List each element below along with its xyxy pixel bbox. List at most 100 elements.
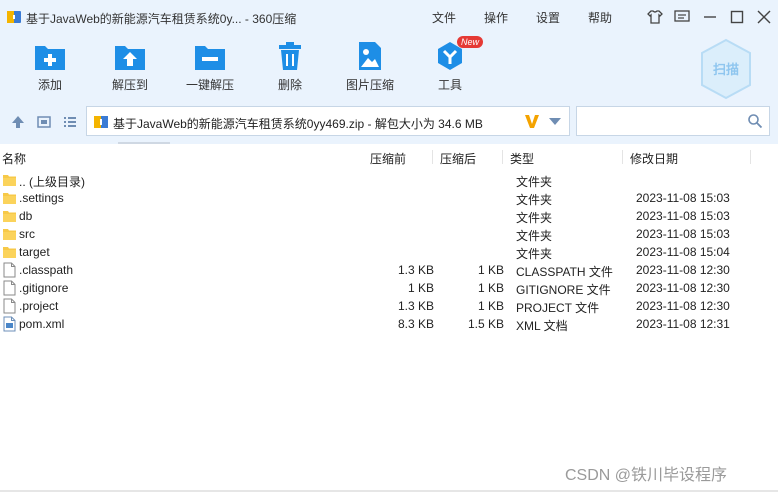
maximize-icon[interactable] xyxy=(728,8,746,26)
extract-to-button[interactable]: 解压到 xyxy=(95,40,165,93)
file-name: .project xyxy=(19,299,59,313)
file-name: src xyxy=(19,227,35,241)
file-row[interactable]: db 文件夹 2023-11-08 15:03 xyxy=(0,207,778,225)
file-row[interactable]: src 文件夹 2023-11-08 15:03 xyxy=(0,225,778,243)
watermark: CSDN @铁川毕设程序 xyxy=(565,467,728,484)
file-icon xyxy=(3,262,16,278)
tools-button[interactable]: New 工具 xyxy=(415,36,485,93)
folder-icon xyxy=(3,172,16,188)
file-row[interactable]: pom.xml 8.3 KB 1.5 KB XML 文档 2023-11-08 12:3… xyxy=(0,315,778,333)
file-name: target xyxy=(19,245,50,259)
column-size-after[interactable]: 压缩后 xyxy=(440,150,476,167)
delete-button[interactable]: 删除 xyxy=(255,40,325,93)
add-button[interactable]: 添加 xyxy=(15,40,85,93)
menu-file[interactable]: 文件 xyxy=(432,9,456,26)
column-date[interactable]: 修改日期 xyxy=(630,150,678,167)
thumbnail-view-icon[interactable] xyxy=(36,114,52,130)
column-separator[interactable] xyxy=(622,150,623,164)
divider xyxy=(118,142,170,144)
title-bar: 基于JavaWeb的新能源汽车租赁系统0y... - 360压缩 文件 操作 设… xyxy=(0,0,778,34)
delete-label: 删除 xyxy=(277,78,302,92)
file-name: .settings xyxy=(19,191,64,205)
file-type: PROJECT 文件 xyxy=(516,301,600,315)
one-click-extract-button[interactable]: 一键解压 xyxy=(175,40,245,93)
file-type: CLASSPATH 文件 xyxy=(516,265,613,279)
file-name: .gitignore xyxy=(19,281,69,295)
menu-settings[interactable]: 设置 xyxy=(536,9,560,26)
file-type: 文件夹 xyxy=(516,247,553,261)
zip-archive-icon xyxy=(94,116,108,128)
extract-to-icon xyxy=(115,46,145,70)
file-row[interactable]: target 文件夹 2023-11-08 15:04 xyxy=(0,243,778,261)
column-separator[interactable] xyxy=(750,150,751,164)
app-logo-icon xyxy=(7,11,21,23)
add-label: 添加 xyxy=(37,78,62,92)
file-type: 文件夹 xyxy=(516,193,553,207)
path-text: 基于JavaWeb的新能源汽车租赁系统0yy469.zip - 解包大小为 34… xyxy=(113,117,483,131)
file-size-before: 1.3 KB xyxy=(397,263,434,277)
file-type: GITIGNORE 文件 xyxy=(516,283,611,297)
file-size-after: 1 KB xyxy=(477,263,504,277)
add-archive-icon xyxy=(35,46,65,70)
column-separator[interactable] xyxy=(432,150,433,164)
folder-icon xyxy=(3,226,16,242)
feedback-icon[interactable] xyxy=(673,8,691,26)
file-type: 文件夹 xyxy=(516,211,553,225)
verified-v-icon[interactable] xyxy=(523,112,541,130)
scan-button[interactable]: 扫描 xyxy=(698,38,754,100)
file-date: 2023-11-08 15:03 xyxy=(636,227,730,241)
column-size-before[interactable]: 压缩前 xyxy=(370,150,406,167)
toolbar: 添加 解压到 一键解压 删除 图片压缩 New 工具 扫描 xyxy=(0,34,778,100)
scan-label: 扫描 xyxy=(713,62,739,77)
file-name: .. (上级目录) xyxy=(19,175,85,189)
xml-file-icon xyxy=(3,316,16,332)
search-input[interactable] xyxy=(576,106,770,136)
close-icon[interactable] xyxy=(755,8,773,26)
file-row[interactable]: .settings 文件夹 2023-11-08 15:03 xyxy=(0,189,778,207)
file-name: pom.xml xyxy=(19,317,65,331)
file-icon xyxy=(3,280,16,296)
file-date: 2023-11-08 15:03 xyxy=(636,209,730,223)
minimize-icon[interactable] xyxy=(701,8,719,26)
file-row[interactable]: .project 1.3 KB 1 KB PROJECT 文件 2023-11-08 1… xyxy=(0,297,778,315)
file-date: 2023-11-08 12:30 xyxy=(636,299,730,313)
file-date: 2023-11-08 12:30 xyxy=(636,263,730,277)
path-field[interactable]: 基于JavaWeb的新能源汽车租赁系统0yy469.zip - 解包大小为 34… xyxy=(86,106,570,136)
path-dropdown-icon[interactable] xyxy=(549,118,561,125)
image-compress-icon xyxy=(359,42,381,70)
file-date: 2023-11-08 12:30 xyxy=(636,281,730,295)
file-size-before: 1.3 KB xyxy=(397,299,434,313)
column-separator[interactable] xyxy=(502,150,503,164)
file-size-after: 1 KB xyxy=(477,281,504,295)
new-badge: New xyxy=(457,36,484,48)
menu-help[interactable]: 帮助 xyxy=(588,9,612,26)
shirt-icon[interactable] xyxy=(646,8,664,26)
column-type[interactable]: 类型 xyxy=(510,150,534,167)
file-row[interactable]: .classpath 1.3 KB 1 KB CLASSPATH 文件 2023-11-… xyxy=(0,261,778,279)
delete-icon xyxy=(279,42,301,70)
file-type: 文件夹 xyxy=(516,229,553,243)
file-size-before: 1 KB xyxy=(407,281,434,295)
image-compress-button[interactable]: 图片压缩 xyxy=(335,40,405,93)
file-name: db xyxy=(19,209,33,223)
folder-icon xyxy=(3,190,16,206)
file-row[interactable]: .gitignore 1 KB 1 KB GITIGNORE 文件 2023-11-08… xyxy=(0,279,778,297)
one-click-extract-label: 一键解压 xyxy=(185,78,234,92)
window-title: 基于JavaWeb的新能源汽车租赁系统0y... - 360压缩 xyxy=(26,12,297,26)
address-bar: 基于JavaWeb的新能源汽车租赁系统0yy469.zip - 解包大小为 34… xyxy=(0,100,778,144)
search-icon[interactable] xyxy=(747,113,763,129)
up-arrow-icon[interactable] xyxy=(10,114,26,130)
file-date: 2023-11-08 12:31 xyxy=(636,317,730,331)
menu-operation[interactable]: 操作 xyxy=(484,9,508,26)
column-name[interactable]: 名称 xyxy=(2,150,26,167)
file-name: .classpath xyxy=(19,263,74,277)
file-date: 2023-11-08 15:04 xyxy=(636,245,730,259)
column-header: 名称 压缩前 压缩后 类型 修改日期 xyxy=(0,146,778,168)
file-type: XML 文档 xyxy=(516,319,568,333)
folder-icon xyxy=(3,244,16,260)
file-size-before: 8.3 KB xyxy=(397,317,434,331)
image-compress-label: 图片压缩 xyxy=(345,78,394,92)
list-view-icon[interactable] xyxy=(62,114,78,130)
one-click-extract-icon xyxy=(195,46,225,70)
file-row[interactable]: .. (上级目录) 文件夹 xyxy=(0,171,778,189)
